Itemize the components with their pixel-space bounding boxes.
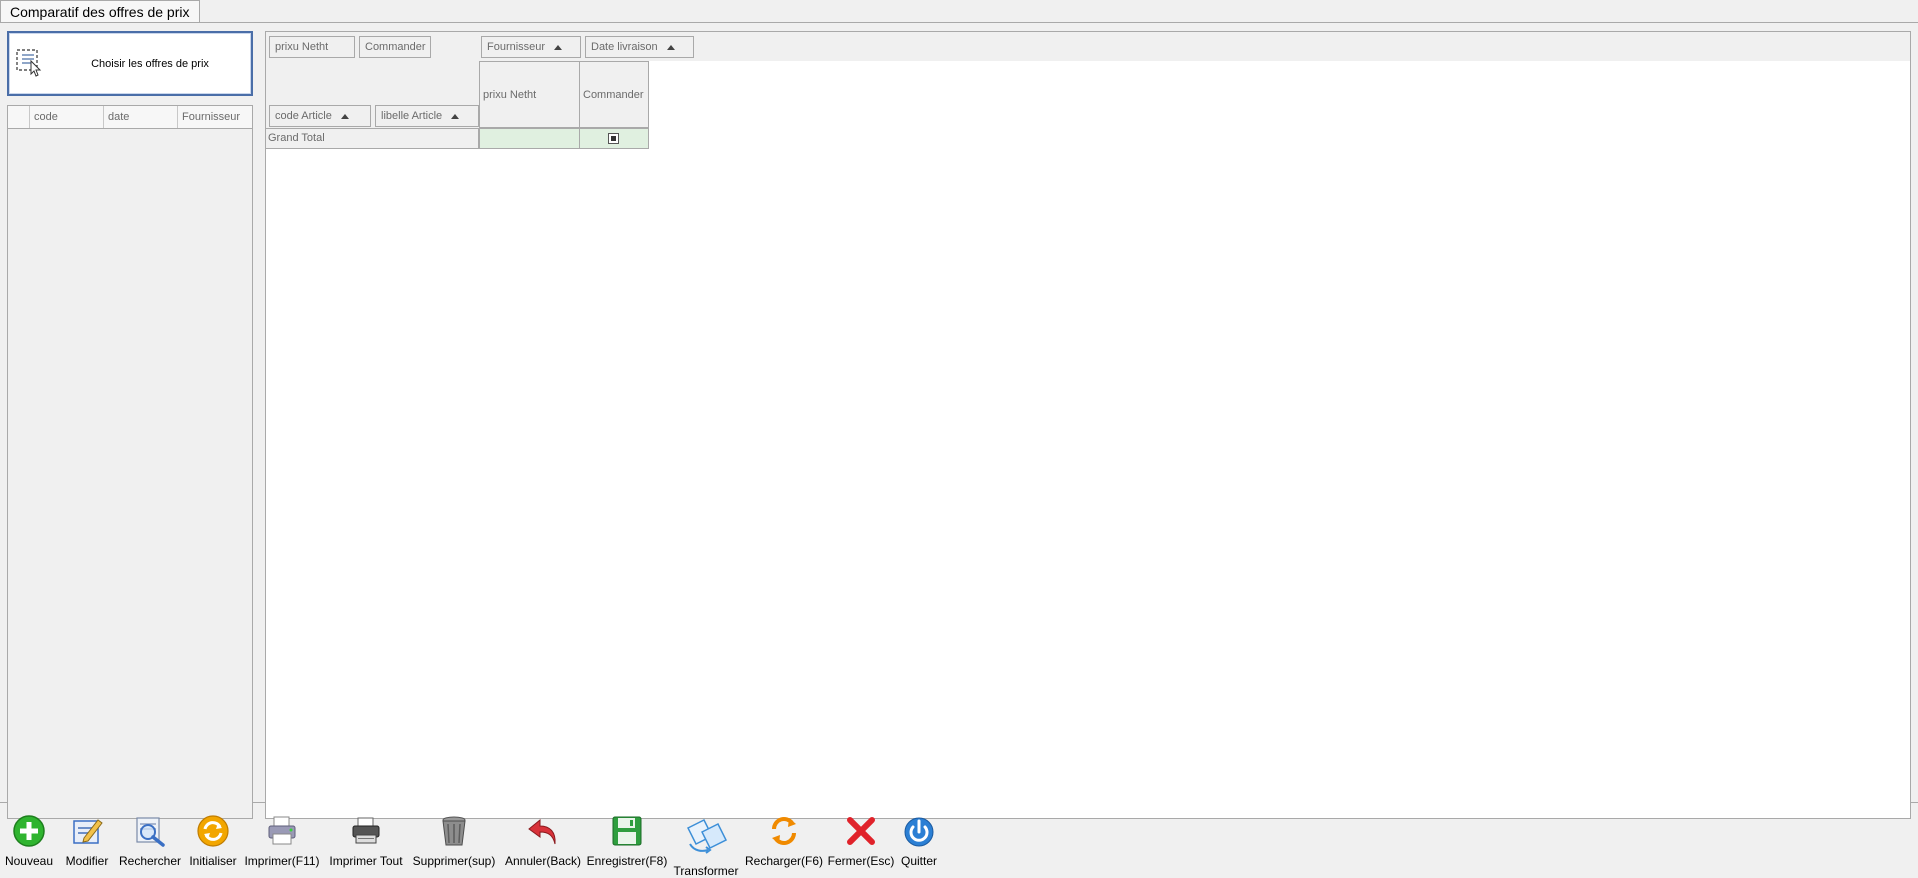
rechercher-button[interactable]: Rechercher	[119, 808, 181, 877]
transform-icon	[686, 818, 728, 854]
column-field-fournisseur-label: Fournisseur	[487, 41, 546, 53]
supprimer-label: Supprimer(sup)	[412, 854, 496, 868]
data-field-commander[interactable]: Commander	[359, 36, 431, 58]
commander-checkbox[interactable]	[608, 133, 619, 144]
row-field-libelle-article[interactable]: libelle Article	[375, 105, 479, 127]
column-field-date-livraison-label: Date livraison	[591, 41, 658, 53]
search-document-icon	[136, 817, 165, 847]
recharger-label: Recharger(F6)	[744, 854, 824, 868]
row-field-code-article[interactable]: code Article	[269, 105, 371, 127]
grid-col-fournisseur[interactable]: Fournisseur	[178, 106, 252, 128]
column-header-prixu-netht[interactable]: prixu Netht	[479, 61, 580, 128]
grand-total-prixu-cell[interactable]	[479, 128, 580, 149]
choose-offers-label: Choisir les offres de prix	[91, 57, 209, 70]
annuler-button[interactable]: Annuler(Back)	[505, 808, 581, 877]
trash-icon	[442, 816, 466, 846]
window-tab-title[interactable]: Comparatif des offres de prix	[0, 0, 200, 23]
nouveau-button[interactable]: Nouveau	[4, 808, 54, 877]
imprimer-f11-button[interactable]: Imprimer(F11)	[244, 808, 320, 877]
sort-ascending-icon[interactable]	[340, 113, 349, 119]
transformer-button[interactable]: Transformer	[674, 808, 738, 878]
quitter-label: Quitter	[900, 854, 937, 868]
offers-grid-header: code date Fournisseur	[8, 106, 252, 129]
main-content: Choisir les offres de prix code date Fou…	[0, 23, 1918, 819]
sort-ascending-icon[interactable]	[666, 44, 675, 50]
supprimer-button[interactable]: Supprimer(sup)	[413, 808, 495, 877]
enregistrer-label: Enregistrer(F8)	[586, 854, 668, 868]
imprimer-tout-label: Imprimer Tout	[329, 854, 403, 868]
initialiser-label: Initialiser	[189, 854, 237, 868]
grand-total-label: Grand Total	[266, 128, 479, 149]
undo-arrow-icon	[528, 818, 556, 845]
column-field-fournisseur[interactable]: Fournisseur	[481, 36, 581, 58]
row-field-libelle-article-label: libelle Article	[381, 110, 443, 122]
initialiser-button[interactable]: Initialiser	[188, 808, 238, 877]
pivot-grid[interactable]: prixu Netht Commander Fournisseur Date l…	[265, 31, 1911, 819]
grand-total-commander-cell[interactable]	[580, 128, 649, 149]
enregistrer-button[interactable]: Enregistrer(F8)	[587, 808, 667, 877]
annuler-label: Annuler(Back)	[504, 854, 582, 868]
imprimer-f11-label: Imprimer(F11)	[244, 854, 320, 868]
edit-document-icon	[73, 819, 103, 844]
power-icon	[904, 817, 934, 847]
offers-grid[interactable]: code date Fournisseur	[7, 105, 253, 819]
printer-icon	[268, 816, 296, 845]
select-cursor-icon	[15, 47, 43, 77]
quitter-button[interactable]: Quitter	[898, 808, 940, 877]
row-field-code-article-label: code Article	[275, 110, 332, 122]
column-header-commander[interactable]: Commander	[580, 61, 649, 128]
fermer-button[interactable]: Fermer(Esc)	[828, 808, 894, 877]
modifier-button[interactable]: Modifier	[63, 808, 111, 877]
close-x-icon	[847, 817, 875, 845]
recharger-button[interactable]: Recharger(F6)	[745, 808, 823, 877]
choose-offers-button[interactable]: Choisir les offres de prix	[7, 31, 253, 96]
sort-ascending-icon[interactable]	[554, 44, 563, 50]
column-field-date-livraison[interactable]: Date livraison	[585, 36, 694, 58]
floppy-disk-icon	[612, 816, 642, 846]
plus-circle-icon	[13, 815, 45, 847]
printer-all-icon	[352, 817, 380, 844]
grid-col-indicator[interactable]	[8, 106, 30, 128]
refresh-ring-icon	[197, 815, 229, 847]
grid-col-code[interactable]: code	[30, 106, 104, 128]
imprimer-tout-button[interactable]: Imprimer Tout	[329, 808, 403, 877]
sort-ascending-icon[interactable]	[451, 113, 460, 119]
grid-col-date[interactable]: date	[104, 106, 178, 128]
data-field-prixu-netht[interactable]: prixu Netht	[269, 36, 355, 58]
bottom-toolbar: Nouveau Modifier Rechercher Initialiser	[0, 808, 1918, 878]
transformer-label: Transformer	[673, 864, 739, 878]
reload-arrows-icon	[772, 817, 796, 845]
